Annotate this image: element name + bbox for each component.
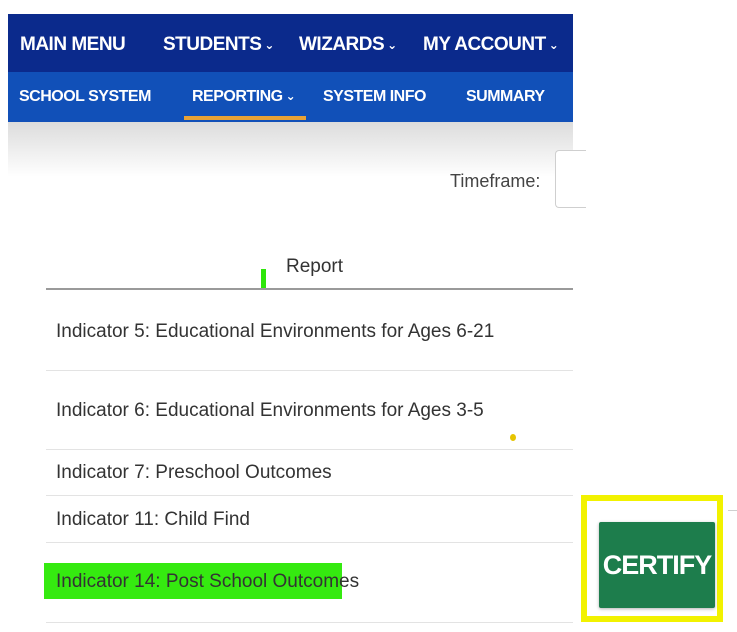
nav-students-label: STUDENTS	[163, 34, 262, 55]
nav-students[interactable]: STUDENTS ⌄	[163, 34, 274, 56]
report-column-header: Report	[286, 256, 344, 277]
nav-wizards-label: WIZARDS	[299, 34, 385, 55]
nav-school-system[interactable]: SCHOOL SYSTEM	[19, 88, 151, 106]
chevron-down-icon: ⌄	[548, 38, 559, 52]
certify-button[interactable]: CERTIFY	[599, 522, 715, 608]
timeframe-select[interactable]	[555, 150, 586, 208]
row-divider	[46, 370, 573, 371]
timeframe-label: Timeframe:	[450, 171, 541, 191]
report-row-indicator-11[interactable]: Indicator 11: Child Find	[56, 509, 250, 531]
nav-my-account-label: MY ACCOUNT	[423, 34, 546, 55]
nav-system-info[interactable]: SYSTEM INFO	[323, 88, 426, 106]
active-tab-indicator	[184, 116, 306, 120]
chevron-down-icon: ⌄	[264, 38, 274, 52]
report-row-indicator-6[interactable]: Indicator 6: Educational Environments fo…	[56, 400, 484, 422]
main-nav-bar: MAIN MENU STUDENTS ⌄ WIZARDS ⌄ MY ACCOUNT ⌄	[8, 14, 573, 72]
nav-main-menu-label: MAIN MENU	[20, 34, 126, 55]
nav-reporting-label: REPORTING	[192, 88, 283, 105]
table-header-divider	[46, 288, 573, 290]
annotation-dot	[510, 434, 516, 441]
header-shadow	[8, 122, 573, 177]
nav-reporting[interactable]: REPORTING ⌄	[192, 88, 296, 106]
sub-nav-bar: SCHOOL SYSTEM REPORTING ⌄ SYSTEM INFO SUM…	[8, 72, 573, 122]
nav-system-info-label: SYSTEM INFO	[323, 88, 426, 105]
report-row-indicator-7[interactable]: Indicator 7: Preschool Outcomes	[56, 462, 332, 484]
chevron-down-icon: ⌄	[387, 38, 397, 52]
nav-main-menu[interactable]: MAIN MENU	[20, 34, 126, 56]
nav-summary[interactable]: SUMMARY	[466, 88, 545, 106]
chevron-down-icon: ⌄	[285, 89, 296, 103]
report-row-indicator-5[interactable]: Indicator 5: Educational Environments fo…	[56, 321, 494, 343]
report-row-indicator-14[interactable]: Indicator 14: Post School Outcomes	[56, 571, 359, 593]
nav-my-account[interactable]: MY ACCOUNT ⌄	[423, 34, 559, 56]
annotation-marker	[261, 269, 266, 289]
nav-wizards[interactable]: WIZARDS ⌄	[299, 34, 397, 56]
row-divider	[46, 495, 573, 496]
row-divider	[46, 449, 573, 450]
row-divider	[46, 542, 573, 543]
nav-school-system-label: SCHOOL SYSTEM	[19, 88, 151, 105]
row-divider	[46, 622, 573, 623]
row-divider	[728, 510, 737, 511]
nav-summary-label: SUMMARY	[466, 88, 545, 105]
